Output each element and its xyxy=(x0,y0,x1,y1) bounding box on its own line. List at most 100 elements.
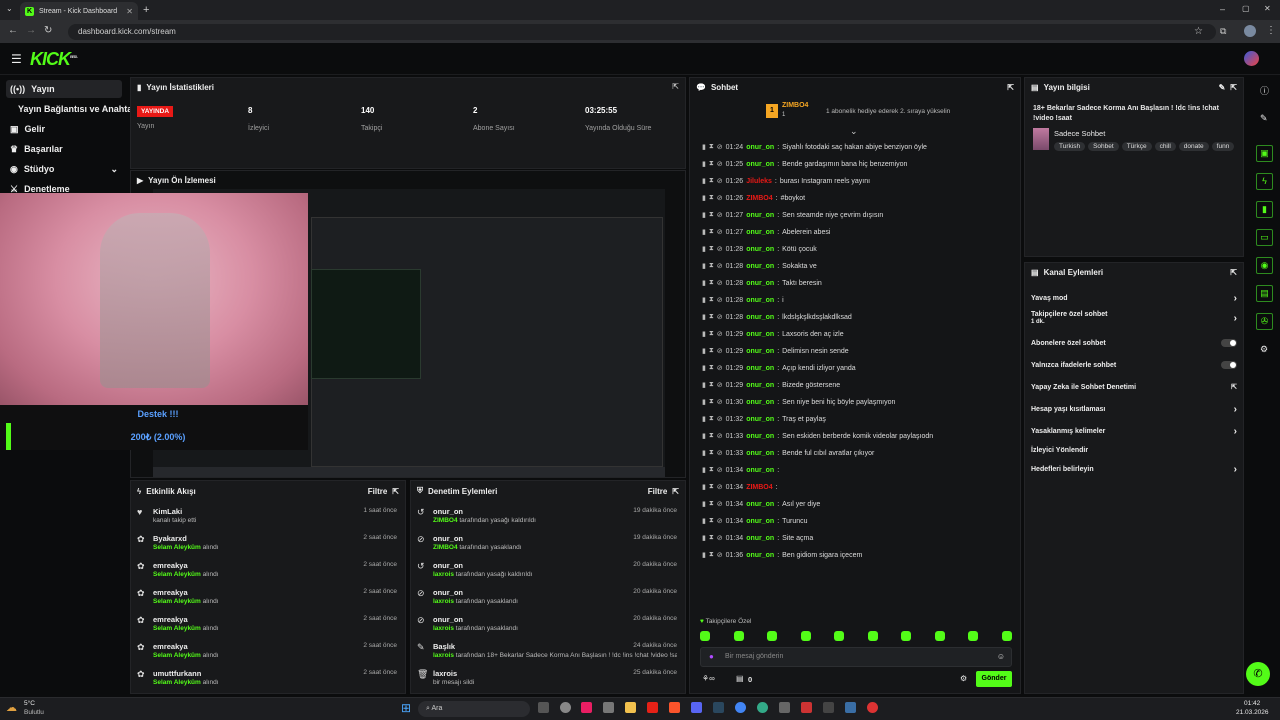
popout-icon[interactable]: ⇱ xyxy=(1230,268,1237,277)
ban-icon[interactable]: ⊘ xyxy=(717,296,723,304)
channel-action-item[interactable]: Hesap yaşı kısıtlaması › xyxy=(1031,400,1237,418)
chat-message[interactable]: ▮ ⧗ ⊘ 01:29 onur_on: Bizede göstersene xyxy=(702,378,840,392)
pin-icon[interactable]: ▮ xyxy=(702,313,706,321)
ban-icon[interactable]: ⊘ xyxy=(717,415,723,423)
edit-pencil-icon[interactable]: ✎ xyxy=(1260,113,1268,124)
ban-icon[interactable]: ⊘ xyxy=(717,160,723,168)
feed-row-name[interactable]: Byakarxd xyxy=(153,534,187,543)
pin-icon[interactable]: ▮ xyxy=(702,483,706,491)
chat-message[interactable]: ▮ ⧗ ⊘ 01:34 onur_on: Site açma xyxy=(702,531,813,545)
chat-message[interactable]: ▮ ⧗ ⊘ 01:27 onur_on: Abelerein abesi xyxy=(702,225,830,239)
chat-message[interactable]: ▮ ⧗ ⊘ 01:29 onur_on: Laxsoris den aç izle xyxy=(702,327,844,341)
emote-icon[interactable] xyxy=(934,631,945,641)
feed-row-name[interactable]: onur_on xyxy=(433,534,463,543)
chat-username[interactable]: onur_on xyxy=(746,501,774,508)
pin-icon[interactable]: ▮ xyxy=(702,449,706,457)
sidebar-item-basarilar[interactable]: ♛ Başarılar xyxy=(6,140,122,158)
emote-icon[interactable] xyxy=(901,631,912,641)
chat-username[interactable]: onur_on xyxy=(746,518,774,525)
pin-icon[interactable]: ▮ xyxy=(702,330,706,338)
taskbar-app-icon[interactable] xyxy=(779,702,790,713)
chrome-icon[interactable] xyxy=(735,702,746,713)
feed-row-name[interactable]: umuttfurkann xyxy=(153,669,201,678)
chat-username[interactable]: onur_on xyxy=(746,416,774,423)
ban-icon[interactable]: ⊘ xyxy=(717,194,723,202)
chat-message[interactable]: ▮ ⧗ ⊘ 01:28 onur_on: i xyxy=(702,293,784,307)
chat-message[interactable]: ▮ ⧗ ⊘ 01:26 Jiluleks: burası Instagram reels … xyxy=(702,174,870,188)
chat-input[interactable]: ● Bir mesaj gönderin ☺ xyxy=(700,647,1012,667)
browser-menu-icon[interactable]: ⋮ xyxy=(1266,25,1276,36)
rail-wrench-icon[interactable]: ✇ xyxy=(1256,313,1273,330)
taskbar-app-icon[interactable] xyxy=(801,702,812,713)
timeout-icon[interactable]: ⧗ xyxy=(709,432,714,440)
tab-close-icon[interactable]: ✕ xyxy=(126,7,133,16)
timeout-icon[interactable]: ⧗ xyxy=(709,551,714,559)
discord-icon[interactable] xyxy=(691,702,702,713)
timeout-icon[interactable]: ⧗ xyxy=(709,313,714,321)
chat-message[interactable]: ▮ ⧗ ⊘ 01:26 ZIMBO4: #boykot xyxy=(702,191,805,205)
send-button[interactable]: Gönder xyxy=(976,671,1012,687)
channel-action-item[interactable]: Abonelere özel sohbet xyxy=(1031,334,1237,352)
ban-icon[interactable]: ⊘ xyxy=(717,534,723,542)
taskbar-search[interactable]: ⌕ Ara xyxy=(418,701,530,717)
tag-chip[interactable]: chill xyxy=(1154,142,1176,151)
emote-icon[interactable] xyxy=(800,631,811,641)
timeout-icon[interactable]: ⧗ xyxy=(709,160,714,168)
profile-avatar[interactable] xyxy=(1244,25,1256,37)
ban-icon[interactable]: ⊘ xyxy=(717,432,723,440)
ban-icon[interactable]: ⊘ xyxy=(717,313,723,321)
reload-icon[interactable]: ↻ xyxy=(44,25,52,36)
chat-message[interactable]: ▮ ⧗ ⊘ 01:36 onur_on: Ben gidiom sigara içecem xyxy=(702,548,862,562)
emote-icon[interactable] xyxy=(968,631,979,641)
emoji-icon[interactable]: ☺ xyxy=(997,652,1005,661)
filter-button[interactable]: Filtre xyxy=(368,487,388,496)
ban-icon[interactable]: ⊘ xyxy=(717,347,723,355)
timeout-icon[interactable]: ⧗ xyxy=(709,296,714,304)
taskbar-app-icon[interactable] xyxy=(560,702,571,713)
feed-row-name[interactable]: emreakya xyxy=(153,615,188,624)
forward-icon[interactable]: → xyxy=(26,25,36,36)
timeout-icon[interactable]: ⧗ xyxy=(709,211,714,219)
taskbar-app-icon[interactable] xyxy=(867,702,878,713)
chat-username[interactable]: Jiluleks xyxy=(746,178,772,185)
channel-action-item[interactable]: Hedefleri belirleyin › xyxy=(1031,460,1237,478)
chat-username[interactable]: onur_on xyxy=(746,382,774,389)
pin-icon[interactable]: ▮ xyxy=(702,500,706,508)
chat-username[interactable]: onur_on xyxy=(746,314,774,321)
timeout-icon[interactable]: ⧗ xyxy=(709,194,714,202)
popout-icon[interactable]: ⇱ xyxy=(392,487,399,496)
chat-message[interactable]: ▮ ⧗ ⊘ 01:34 onur_on: xyxy=(702,463,782,477)
popout-icon[interactable]: ⇱ xyxy=(1007,83,1014,92)
chat-message[interactable]: ▮ ⧗ ⊘ 01:34 onur_on: Turuncu xyxy=(702,514,808,528)
emote-icon[interactable] xyxy=(733,631,744,641)
feed-row-name[interactable]: emreakya xyxy=(153,561,188,570)
bookmark-star-icon[interactable]: ☆ xyxy=(1194,26,1203,37)
channel-action-item[interactable]: Yapay Zeka ile Sohbet Denetimi ⇱ xyxy=(1031,378,1237,396)
chat-message[interactable]: ▮ ⧗ ⊘ 01:24 onur_on: Siyahlı fotodaki saç hak… xyxy=(702,140,927,154)
chat-message[interactable]: ▮ ⧗ ⊘ 01:29 onur_on: Açıp kendi izliyor yanda xyxy=(702,361,856,375)
toggle-switch[interactable] xyxy=(1221,339,1237,347)
brave-icon[interactable] xyxy=(669,702,680,713)
feed-row-name[interactable]: onur_on xyxy=(433,588,463,597)
timeout-icon[interactable]: ⧗ xyxy=(709,279,714,287)
collapse-icon[interactable]: ⌄ xyxy=(850,126,858,137)
taskbar-app-icon[interactable] xyxy=(823,702,834,713)
timeout-icon[interactable]: ⧗ xyxy=(709,449,714,457)
ban-icon[interactable]: ⊘ xyxy=(717,262,723,270)
emote-icon[interactable] xyxy=(867,631,878,641)
timeout-icon[interactable]: ⧗ xyxy=(709,245,714,253)
pin-icon[interactable]: ▮ xyxy=(702,347,706,355)
ban-icon[interactable]: ⊘ xyxy=(717,398,723,406)
feed-row-name[interactable]: Başlık xyxy=(433,642,455,651)
rail-clip-icon[interactable]: ▮ xyxy=(1256,201,1273,218)
sidebar-item-gelir[interactable]: ▣ Gelir xyxy=(6,120,122,138)
popout-icon[interactable]: ⇱ xyxy=(672,82,679,91)
edit-icon[interactable]: ✎ xyxy=(1219,83,1226,92)
user-avatar[interactable] xyxy=(1244,51,1259,66)
timeout-icon[interactable]: ⧗ xyxy=(709,415,714,423)
feed-row-name[interactable]: onur_on xyxy=(433,561,463,570)
pin-icon[interactable]: ▮ xyxy=(702,364,706,372)
pin-icon[interactable]: ▮ xyxy=(702,551,706,559)
youtube-icon[interactable] xyxy=(647,702,658,713)
timeout-icon[interactable]: ⧗ xyxy=(709,517,714,525)
